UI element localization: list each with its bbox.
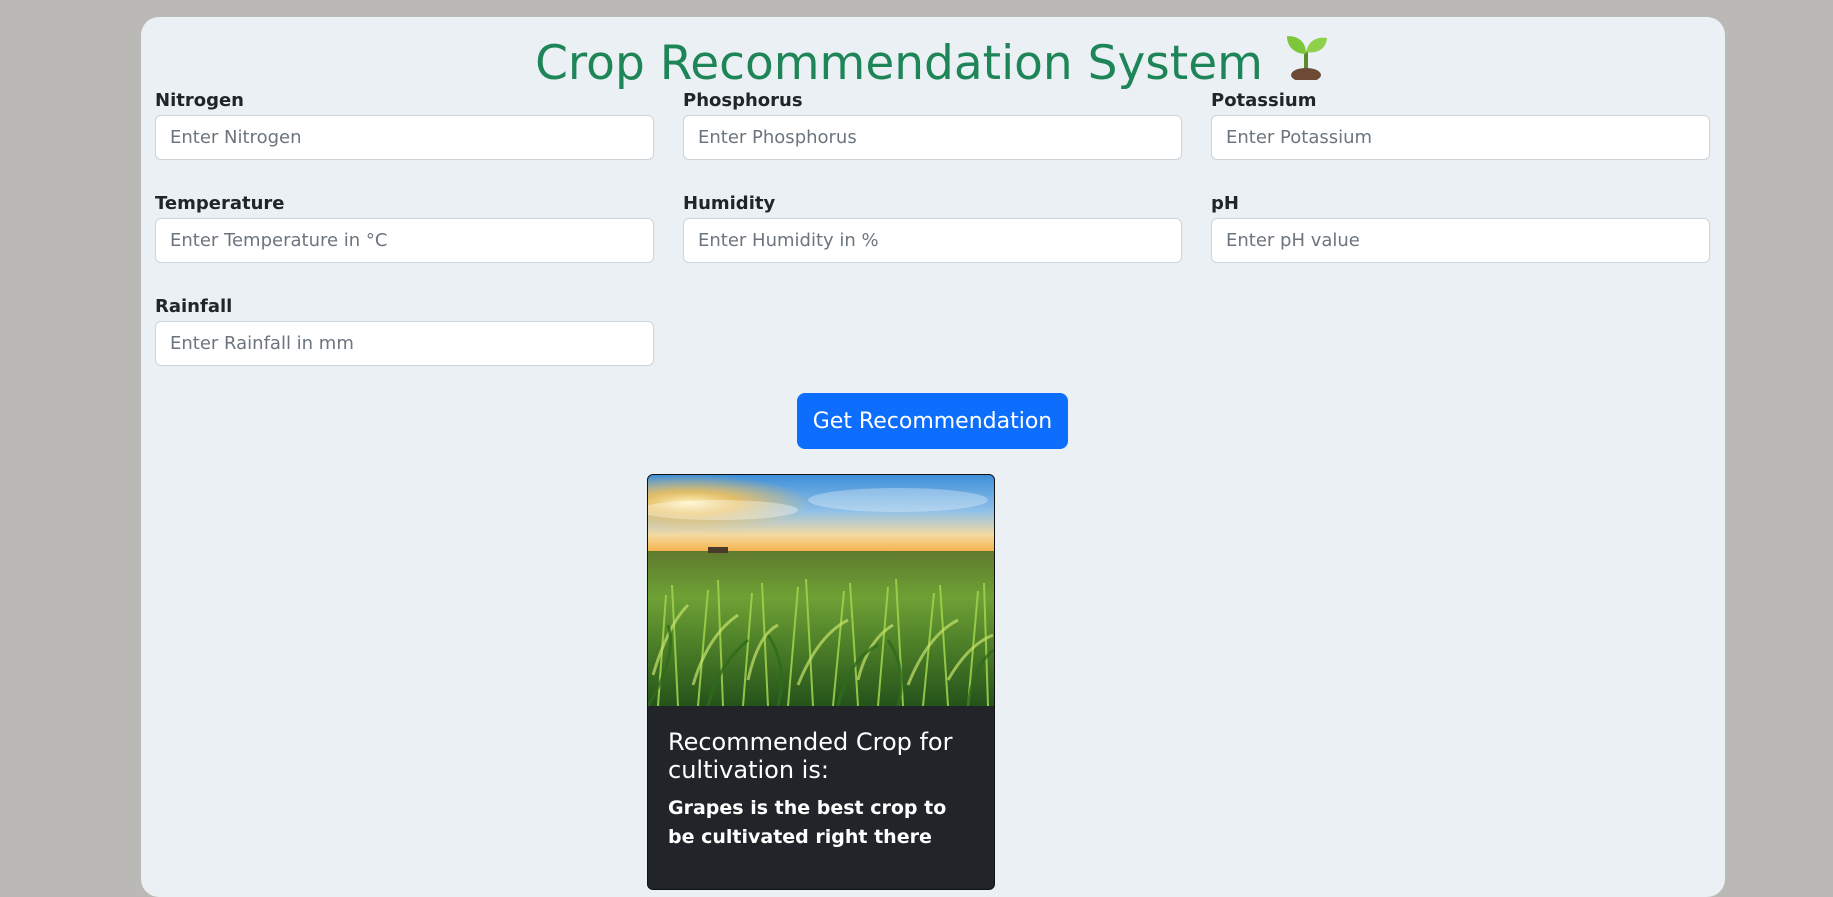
humidity-input[interactable]: [683, 218, 1182, 263]
page-title: Crop Recommendation System: [141, 33, 1725, 96]
nitrogen-label: Nitrogen: [155, 90, 244, 111]
rainfall-input[interactable]: [155, 321, 654, 366]
get-recommendation-button[interactable]: Get Recommendation: [797, 393, 1068, 449]
temperature-input[interactable]: [155, 218, 654, 263]
phosphorus-input[interactable]: [683, 115, 1182, 160]
nitrogen-group: Nitrogen: [155, 89, 654, 160]
rainfall-group: Rainfall: [155, 295, 654, 366]
potassium-label: Potassium: [1211, 90, 1317, 111]
humidity-label: Humidity: [683, 193, 776, 214]
potassium-group: Potassium: [1211, 89, 1710, 160]
main-panel: Crop Recommendation System Nitrogen Phos…: [141, 17, 1725, 897]
seedling-icon: [1281, 30, 1331, 96]
result-card: Recommended Crop for cultivation is: Gra…: [647, 474, 995, 890]
phosphorus-label: Phosphorus: [683, 90, 803, 111]
crop-field-image: [648, 475, 994, 706]
potassium-input[interactable]: [1211, 115, 1710, 160]
nitrogen-input[interactable]: [155, 115, 654, 160]
page-title-text: Crop Recommendation System: [535, 36, 1263, 91]
ph-group: pH: [1211, 192, 1710, 263]
result-text: Grapes is the best crop to be cultivated…: [668, 797, 947, 848]
result-title: Recommended Crop for cultivation is:: [668, 728, 953, 784]
ph-label: pH: [1211, 193, 1239, 214]
temperature-group: Temperature: [155, 192, 654, 263]
rainfall-label: Rainfall: [155, 296, 233, 317]
temperature-label: Temperature: [155, 193, 285, 214]
ph-input[interactable]: [1211, 218, 1710, 263]
phosphorus-group: Phosphorus: [683, 89, 1182, 160]
humidity-group: Humidity: [683, 192, 1182, 263]
